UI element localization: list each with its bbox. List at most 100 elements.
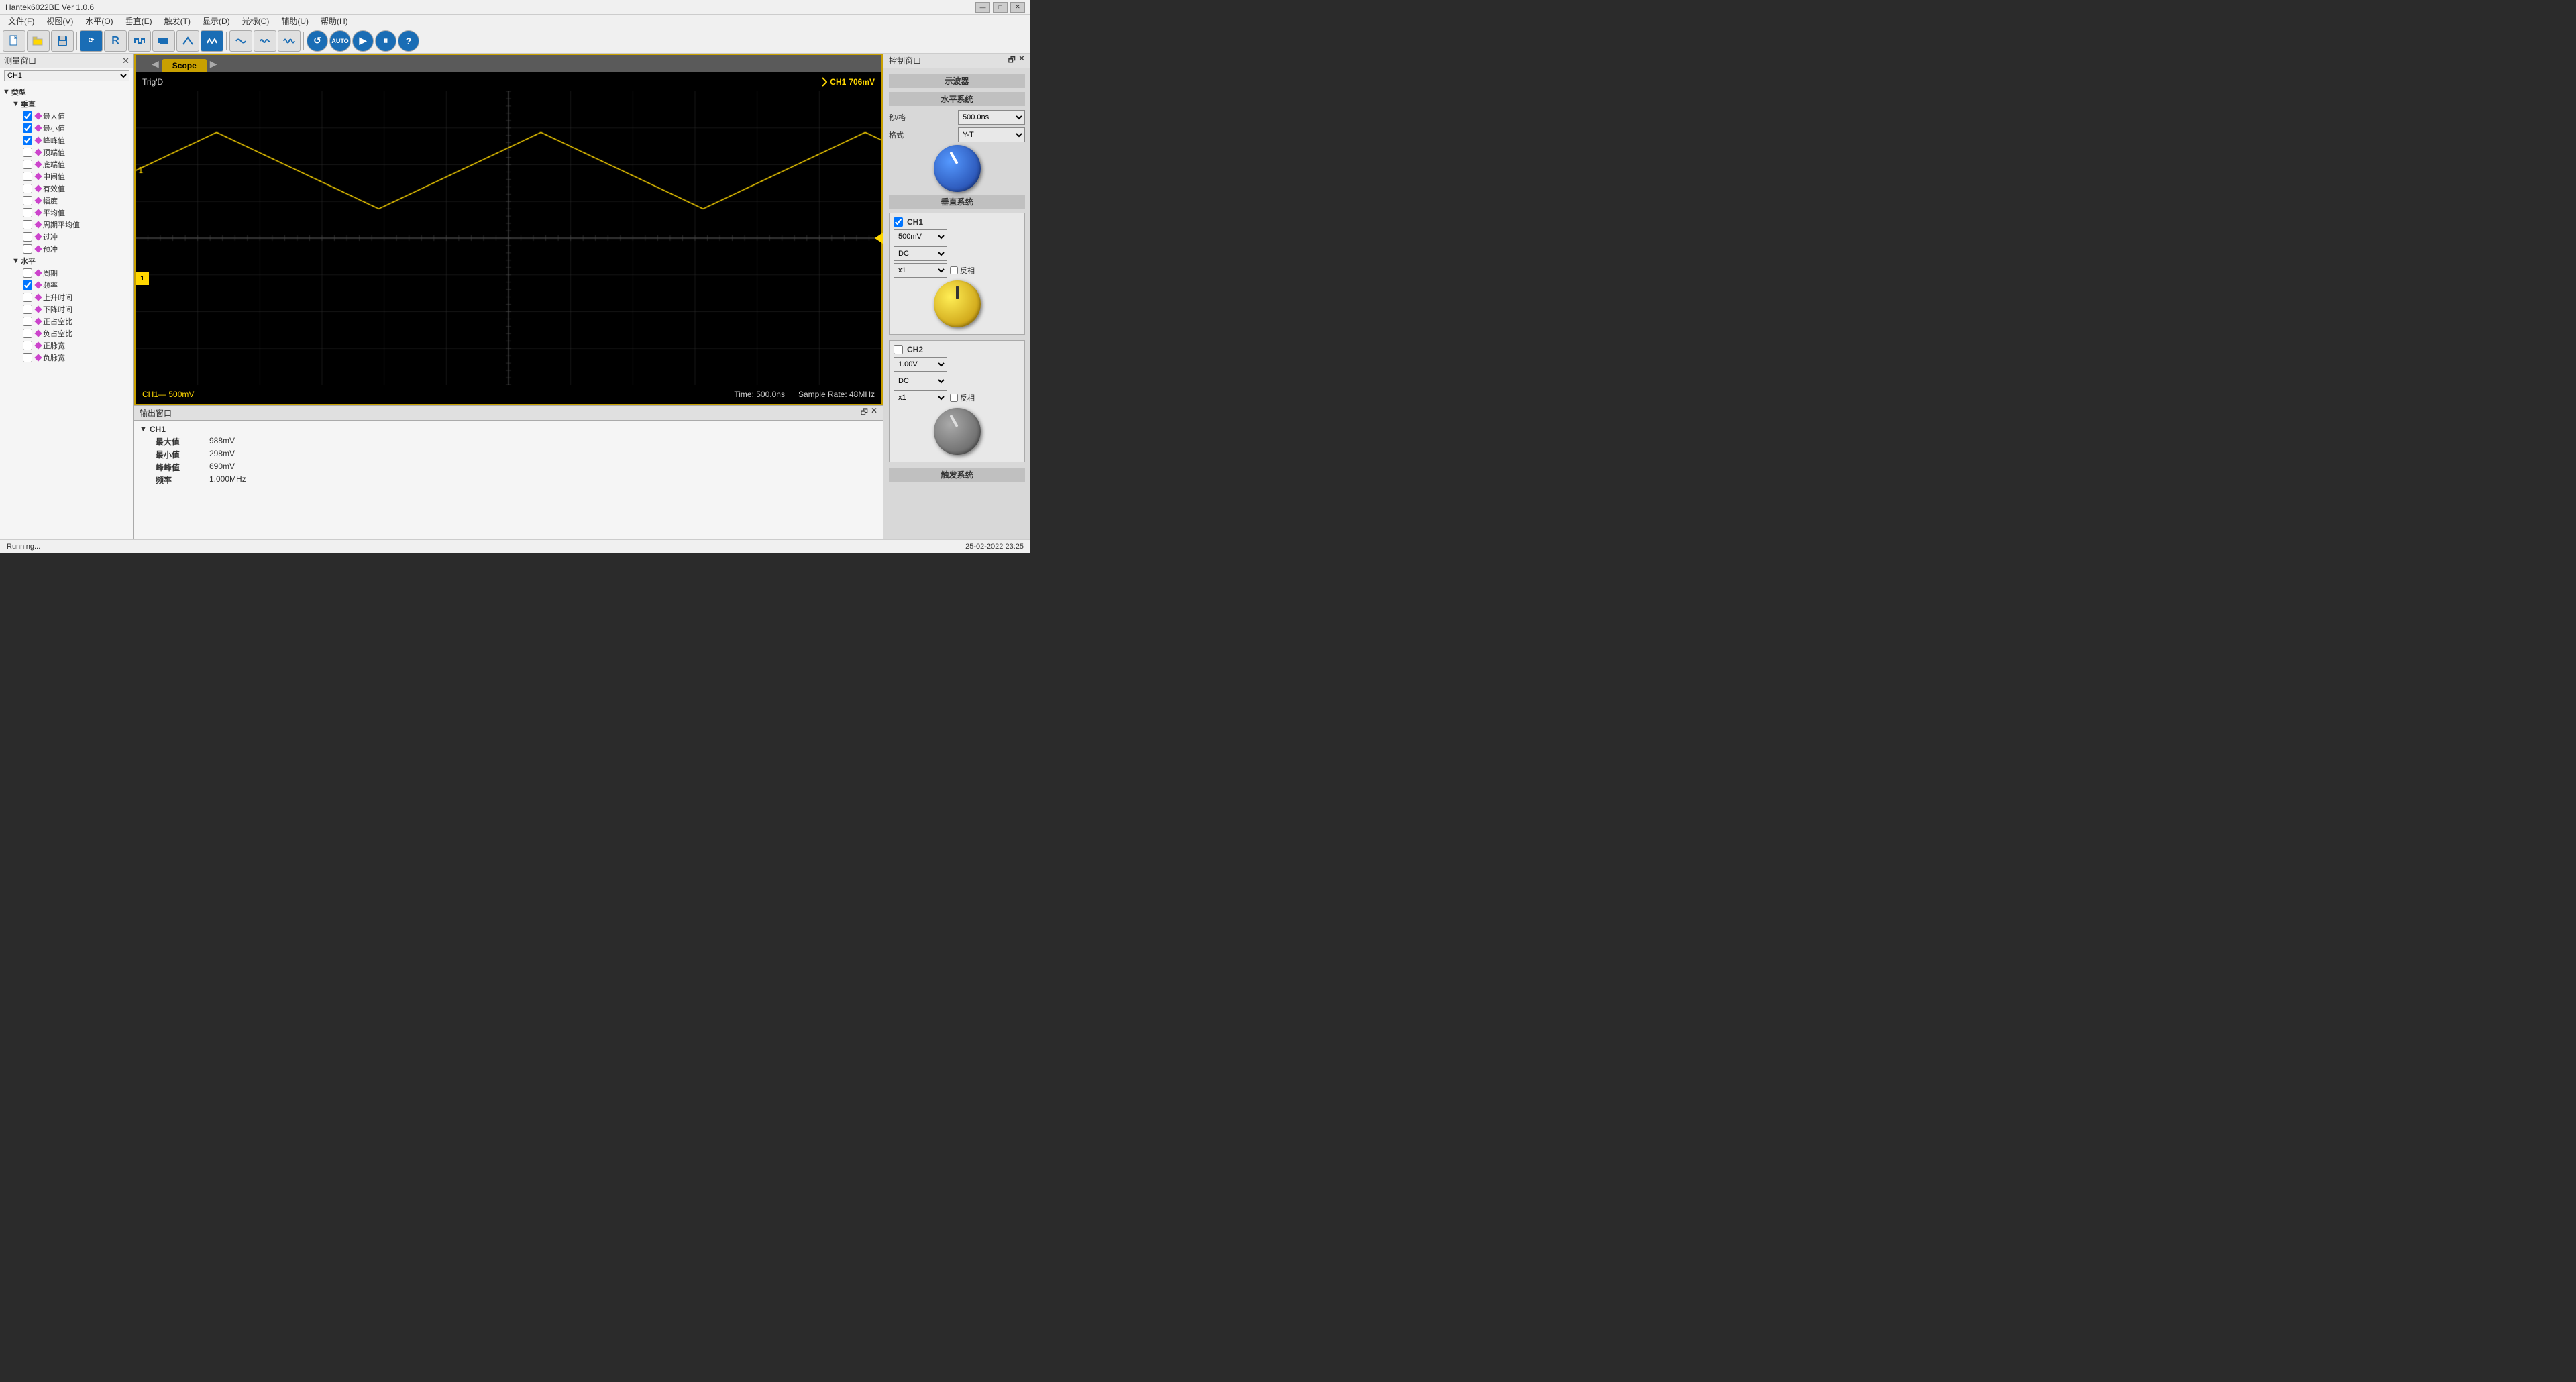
toolbar-open[interactable] — [27, 30, 50, 52]
tree-item-preshoot: 预冲 — [3, 243, 131, 255]
ch1-knob[interactable] — [934, 280, 981, 327]
toolbar-auto[interactable]: AUTO — [329, 30, 351, 52]
tab-left-arrow[interactable]: ◀ — [149, 58, 162, 70]
measurement-channel-selector[interactable]: CH1 CH2 — [0, 68, 133, 83]
ch1-coupling-select[interactable]: DC AC GND — [894, 246, 947, 261]
cb-overshoot[interactable] — [23, 232, 32, 242]
ch2-invert-checkbox[interactable] — [950, 394, 958, 402]
control-title: 控制窗口 — [889, 55, 921, 66]
ch1-scale-select[interactable]: 500mV 1V 2V — [894, 229, 947, 244]
cb-freq[interactable] — [23, 280, 32, 290]
maximize-button[interactable]: □ — [993, 2, 1008, 13]
toolbar-square2[interactable] — [152, 30, 175, 52]
horizontal-knob[interactable] — [934, 145, 981, 192]
cb-negduty[interactable] — [23, 329, 32, 338]
menu-cursor[interactable]: 光标(C) — [237, 15, 275, 28]
menu-display[interactable]: 显示(D) — [197, 15, 235, 28]
toolbar-new[interactable] — [3, 30, 25, 52]
tab-right-arrow[interactable]: ▶ — [207, 58, 220, 70]
minimize-button[interactable]: — — [975, 2, 990, 13]
cb-mean[interactable] — [23, 208, 32, 217]
cb-peakpeak[interactable] — [23, 136, 32, 145]
toolbar-autoset[interactable]: ⟳ — [80, 30, 103, 52]
menu-utility[interactable]: 辅助(U) — [276, 15, 314, 28]
app-title: Hantek6022BE Ver 1.0.6 — [5, 3, 94, 12]
cb-falltime[interactable] — [23, 305, 32, 314]
diamond-maxval — [34, 112, 42, 119]
ch1-enable-checkbox[interactable] — [894, 217, 903, 227]
cb-amplitude[interactable] — [23, 196, 32, 205]
datetime-text: 25-02-2022 23:25 — [965, 543, 1024, 551]
ch1-scale-row: 500mV 1V 2V — [894, 229, 1020, 244]
toolbar-reset[interactable]: ↺ — [307, 30, 328, 52]
ch1-indicator: CH1 706mV — [818, 77, 875, 87]
ch2-knob[interactable] — [934, 408, 981, 455]
toolbar-wave2[interactable] — [254, 30, 276, 52]
expand-root[interactable]: ▼ — [3, 88, 10, 96]
menu-help[interactable]: 帮助(H) — [315, 15, 354, 28]
diamond-freq — [34, 281, 42, 288]
trigger-level-arrow[interactable] — [875, 233, 883, 244]
measurement-close[interactable]: ✕ — [122, 56, 129, 66]
menu-view[interactable]: 视图(V) — [41, 15, 78, 28]
toolbar-help[interactable]: ? — [398, 30, 419, 52]
output-float[interactable]: 🗗 — [861, 406, 868, 420]
ctrl-close[interactable]: ✕ — [1018, 54, 1025, 68]
output-freq-row: 频率 1.000MHz — [140, 474, 877, 486]
expand-horizontal[interactable]: ▼ — [12, 257, 19, 265]
cb-preshoot[interactable] — [23, 244, 32, 254]
toolbar-run[interactable]: ▶ — [352, 30, 374, 52]
cb-maxval[interactable] — [23, 111, 32, 121]
measurement-window: 测量窗口 ✕ CH1 CH2 ▼ 类型 ▼ 垂直 — [0, 54, 134, 539]
scope-tab-scope[interactable]: Scope — [162, 59, 207, 72]
ch2-enable-checkbox[interactable] — [894, 345, 903, 354]
toolbar-r[interactable]: R — [104, 30, 127, 52]
ch1-probe-select[interactable]: x1 x10 — [894, 263, 947, 278]
menu-vertical[interactable]: 垂直(E) — [120, 15, 158, 28]
menu-horizontal[interactable]: 水平(O) — [80, 15, 118, 28]
toolbar-square[interactable] — [128, 30, 151, 52]
menu-trigger[interactable]: 触发(T) — [159, 15, 196, 28]
ch2-coupling-select[interactable]: DC AC GND — [894, 374, 947, 388]
cb-midval[interactable] — [23, 172, 32, 181]
cb-risetime[interactable] — [23, 293, 32, 302]
cb-poswidth[interactable] — [23, 341, 32, 350]
toolbar-save[interactable] — [51, 30, 74, 52]
toolbar-triangle[interactable] — [176, 30, 199, 52]
tree-item-posduty: 正占空比 — [3, 315, 131, 327]
expand-vertical[interactable]: ▼ — [12, 100, 19, 108]
diamond-midval — [34, 172, 42, 180]
ch1-invert-checkbox[interactable] — [950, 266, 958, 274]
cb-cyclemean[interactable] — [23, 220, 32, 229]
ch2-header: CH2 — [894, 345, 1020, 354]
cb-topval[interactable] — [23, 148, 32, 157]
toolbar-pause[interactable]: ⏸ — [375, 30, 396, 52]
ch2-coupling-row: DC AC GND — [894, 374, 1020, 388]
cb-period[interactable] — [23, 268, 32, 278]
channel-select[interactable]: CH1 CH2 — [4, 70, 129, 81]
cb-botval[interactable] — [23, 160, 32, 169]
cb-posduty[interactable] — [23, 317, 32, 326]
output-ch1-collapse[interactable]: ▼ — [140, 425, 147, 433]
tree-item-negduty: 负占空比 — [3, 327, 131, 339]
tree-horizontal-cat: ▼ 水平 — [3, 255, 131, 267]
diamond-falltime — [34, 305, 42, 313]
toolbar-sine[interactable] — [229, 30, 252, 52]
toolbar-func[interactable] — [201, 30, 223, 52]
diamond-negwidth — [34, 354, 42, 361]
menu-file[interactable]: 文件(F) — [3, 15, 40, 28]
toolbar-wave3[interactable] — [278, 30, 301, 52]
ch2-scale-select[interactable]: 1.00V 500mV 2V — [894, 357, 947, 372]
ctrl-float[interactable]: 🗗 — [1008, 54, 1016, 68]
close-button[interactable]: ✕ — [1010, 2, 1025, 13]
ch1-voltage: 706mV — [849, 77, 875, 87]
cb-minval[interactable] — [23, 123, 32, 133]
format-select[interactable]: Y-T X-Y — [958, 127, 1025, 142]
sec-per-div-select[interactable]: 500.0ns 1μs 2μs — [958, 110, 1025, 125]
ch2-probe-select[interactable]: x1 x10 — [894, 390, 947, 405]
cb-negwidth[interactable] — [23, 353, 32, 362]
cb-rmsval[interactable] — [23, 184, 32, 193]
horizontal-knob-container — [889, 145, 1025, 192]
tree-item-peakpeak: 峰峰值 — [3, 134, 131, 146]
output-close[interactable]: ✕ — [871, 406, 877, 420]
